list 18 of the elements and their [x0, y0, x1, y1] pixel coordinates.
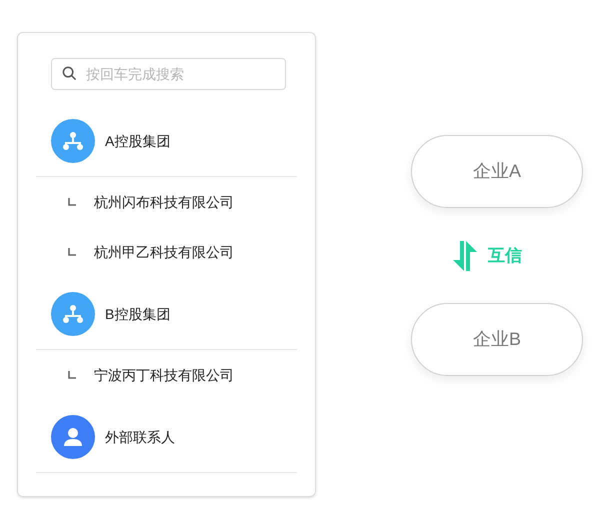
enterprise-pill: 企业B	[411, 303, 583, 376]
company-item[interactable]: 杭州闪布科技有限公司	[18, 177, 315, 227]
group-item[interactable]: A控股集团	[18, 110, 315, 172]
search-icon	[62, 66, 77, 81]
branch-icon	[68, 248, 76, 256]
company-item[interactable]: 杭州甲乙科技有限公司	[18, 227, 315, 277]
company-item[interactable]: 宁波丙丁科技有限公司	[18, 350, 315, 400]
branch-icon	[68, 371, 76, 379]
mutual-trust-label: 互信	[488, 244, 522, 267]
enterprise-pill: 企业A	[411, 135, 583, 208]
organization-icon	[51, 292, 95, 336]
search-field[interactable]: 按回车完成搜索	[51, 58, 286, 90]
group-item[interactable]: B控股集团	[18, 283, 315, 345]
person-icon	[51, 415, 95, 459]
organization-icon	[51, 119, 95, 163]
group-item[interactable]: 外部联系人	[18, 406, 315, 468]
branch-icon	[68, 198, 76, 206]
swap-arrows-icon	[452, 240, 478, 270]
